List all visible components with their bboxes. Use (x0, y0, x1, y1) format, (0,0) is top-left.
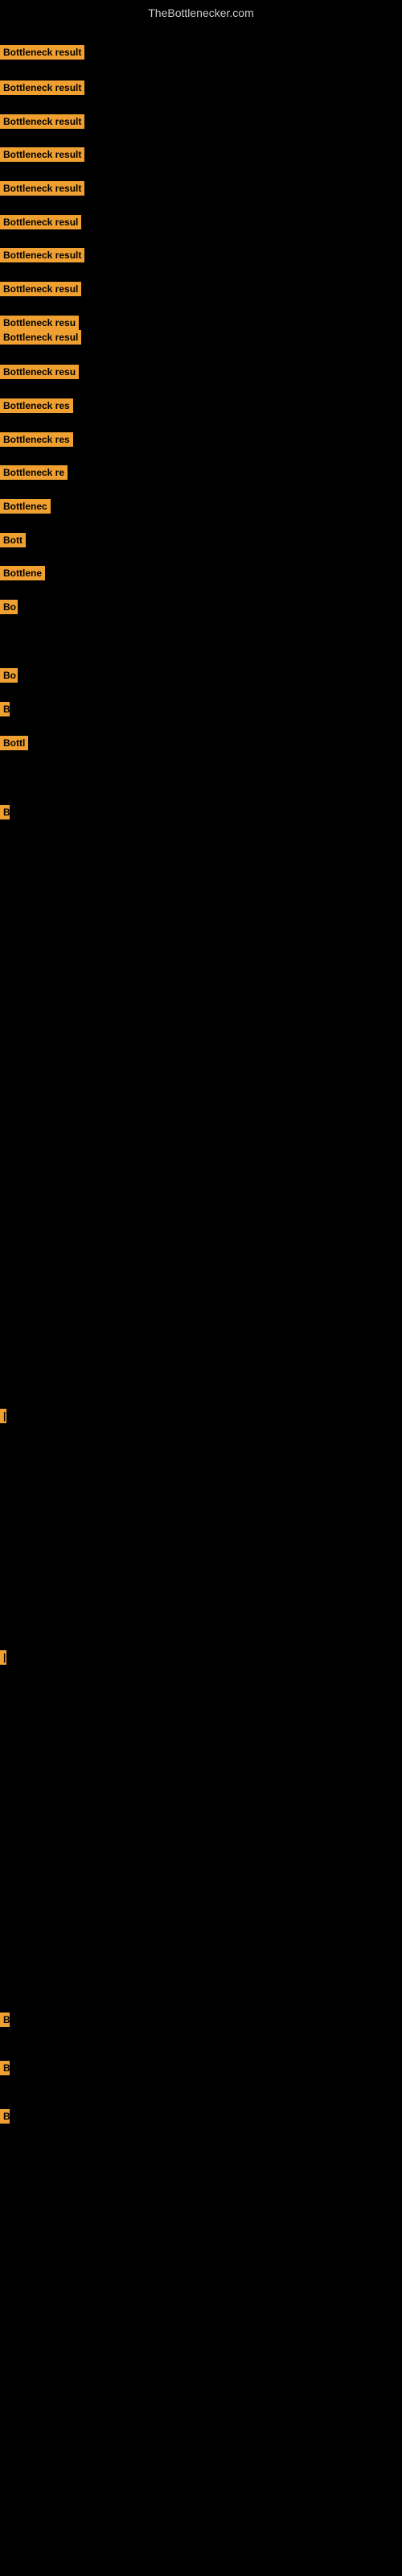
bottleneck-result-label: B (0, 2013, 10, 2027)
bottleneck-result-label: B (0, 805, 10, 819)
bottleneck-result-label: B (0, 2109, 10, 2124)
bottleneck-result-label: B (0, 2061, 10, 2075)
bottleneck-result-label: B (0, 702, 10, 716)
bottleneck-result-label: Bottleneck res (0, 398, 73, 413)
bottleneck-result-label: Bottleneck result (0, 114, 84, 129)
bottleneck-result-label: Bottleneck res (0, 432, 73, 447)
bottleneck-result-label: Bottl (0, 736, 28, 750)
bottleneck-result-label: Bottleneck re (0, 465, 68, 480)
bottleneck-result-label: Bottlene (0, 566, 45, 580)
bottleneck-result-label: Bo (0, 600, 18, 614)
bottleneck-result-label: Bottleneck resu (0, 316, 79, 330)
bottleneck-result-label: Bottleneck resu (0, 365, 79, 379)
bottleneck-result-label: Bo (0, 668, 18, 683)
bottleneck-result-label: Bottleneck resul (0, 282, 81, 296)
bottleneck-result-label: Bottleneck result (0, 248, 84, 262)
bottleneck-result-label: Bottleneck resul (0, 330, 81, 345)
bottleneck-result-label: Bottleneck resul (0, 215, 81, 229)
site-title: TheBottlenecker.com (148, 6, 254, 19)
bottleneck-result-label: | (0, 1409, 6, 1423)
bottleneck-result-label: Bott (0, 533, 26, 547)
bottleneck-result-label: Bottleneck result (0, 80, 84, 95)
bottleneck-result-label: Bottleneck result (0, 147, 84, 162)
bottleneck-result-label: Bottleneck result (0, 181, 84, 196)
bottleneck-result-label: | (0, 1650, 6, 1665)
bottleneck-result-label: Bottlenec (0, 499, 51, 514)
bottleneck-result-label: Bottleneck result (0, 45, 84, 60)
